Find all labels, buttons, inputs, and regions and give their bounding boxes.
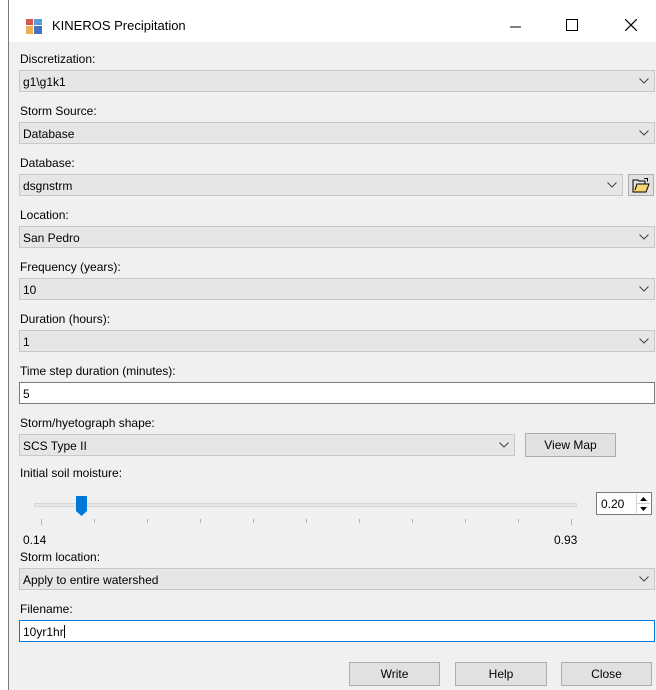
storm-shape-label: Storm/hyetograph shape: — [20, 416, 155, 430]
chevron-down-icon — [639, 338, 649, 344]
window-title: KINEROS Precipitation — [52, 18, 186, 33]
chevron-down-icon — [639, 286, 649, 292]
frequency-label: Frequency (years): — [20, 260, 121, 274]
chevron-down-icon — [639, 78, 649, 84]
slider-tick — [465, 519, 466, 523]
duration-label: Duration (hours): — [20, 312, 111, 326]
soil-moisture-min-label: 0.14 — [23, 533, 47, 547]
app-window-icon — [26, 19, 42, 34]
time-step-label: Time step duration (minutes): — [20, 364, 176, 378]
time-step-value: 5 — [23, 387, 30, 401]
time-step-input[interactable]: 5 — [19, 382, 655, 404]
database-value: dsgnstrm — [23, 179, 73, 193]
storm-location-label: Storm location: — [20, 550, 101, 564]
spinner-arrows — [636, 494, 650, 513]
close-icon — [625, 19, 637, 31]
discretization-dropdown[interactable]: g1\g1k1 — [19, 70, 655, 92]
database-label: Database: — [20, 156, 75, 170]
slider-tick — [41, 519, 42, 525]
slider-tick — [412, 519, 413, 523]
filename-input[interactable]: 10yr1hr — [19, 620, 655, 642]
storm-source-label: Storm Source: — [20, 104, 97, 118]
slider-tick — [571, 519, 572, 525]
storm-shape-dropdown[interactable]: SCS Type II — [19, 434, 515, 456]
chevron-down-icon — [639, 130, 649, 136]
soil-moisture-slider-track[interactable] — [34, 503, 577, 507]
filename-value: 10yr1hr — [23, 625, 64, 639]
minimize-button[interactable] — [493, 8, 539, 42]
soil-moisture-max-label: 0.93 — [554, 533, 578, 547]
duration-dropdown[interactable]: 1 — [19, 330, 655, 352]
slider-tick — [359, 519, 360, 523]
maximize-button[interactable] — [549, 8, 595, 42]
slider-tick — [147, 519, 148, 523]
spinner-down-button[interactable] — [637, 504, 650, 513]
close-window-button[interactable] — [608, 8, 654, 42]
storm-source-value: Database — [23, 127, 75, 141]
spinner-up-button[interactable] — [637, 494, 650, 504]
location-label: Location: — [20, 208, 69, 222]
chevron-down-icon — [639, 576, 649, 582]
browse-database-button[interactable] — [628, 174, 654, 196]
storm-location-value: Apply to entire watershed — [23, 573, 159, 587]
soil-moisture-slider-thumb[interactable] — [75, 496, 87, 516]
storm-shape-value: SCS Type II — [23, 439, 87, 453]
duration-value: 1 — [23, 335, 30, 349]
minimize-icon — [510, 26, 521, 28]
storm-source-dropdown[interactable]: Database — [19, 122, 655, 144]
slider-tick — [306, 519, 307, 523]
open-folder-icon — [632, 177, 650, 192]
slider-tick — [94, 519, 95, 523]
chevron-down-icon — [639, 234, 649, 240]
chevron-down-icon — [499, 442, 509, 448]
location-dropdown[interactable]: San Pedro — [19, 226, 655, 248]
filename-label: Filename: — [20, 602, 73, 616]
title-bar[interactable]: KINEROS Precipitation — [9, 0, 656, 42]
maximize-icon — [566, 19, 578, 31]
discretization-label: Discretization: — [20, 52, 96, 66]
storm-location-dropdown[interactable]: Apply to entire watershed — [19, 568, 655, 590]
kineros-precipitation-window: KINEROS Precipitation Discretization: g1… — [8, 0, 656, 690]
write-button[interactable]: Write — [349, 662, 440, 686]
discretization-value: g1\g1k1 — [23, 75, 66, 89]
help-button[interactable]: Help — [455, 662, 547, 686]
frequency-dropdown[interactable]: 10 — [19, 278, 655, 300]
slider-tick — [518, 519, 519, 523]
chevron-down-icon — [607, 182, 617, 188]
slider-tick — [200, 519, 201, 523]
close-button[interactable]: Close — [561, 662, 652, 686]
soil-moisture-value: 0.20 — [601, 497, 625, 511]
filename-value-wrapper: 10yr1hr — [23, 625, 65, 639]
view-map-button[interactable]: View Map — [525, 433, 616, 457]
soil-moisture-spinner[interactable]: 0.20 — [596, 492, 652, 515]
slider-tick — [253, 519, 254, 523]
frequency-value: 10 — [23, 283, 37, 297]
spinner-down-icon — [640, 506, 647, 511]
database-dropdown[interactable]: dsgnstrm — [19, 174, 623, 196]
spinner-up-icon — [640, 496, 647, 501]
location-value: San Pedro — [23, 231, 80, 245]
text-caret — [63, 625, 65, 638]
soil-moisture-label: Initial soil moisture: — [20, 466, 123, 480]
